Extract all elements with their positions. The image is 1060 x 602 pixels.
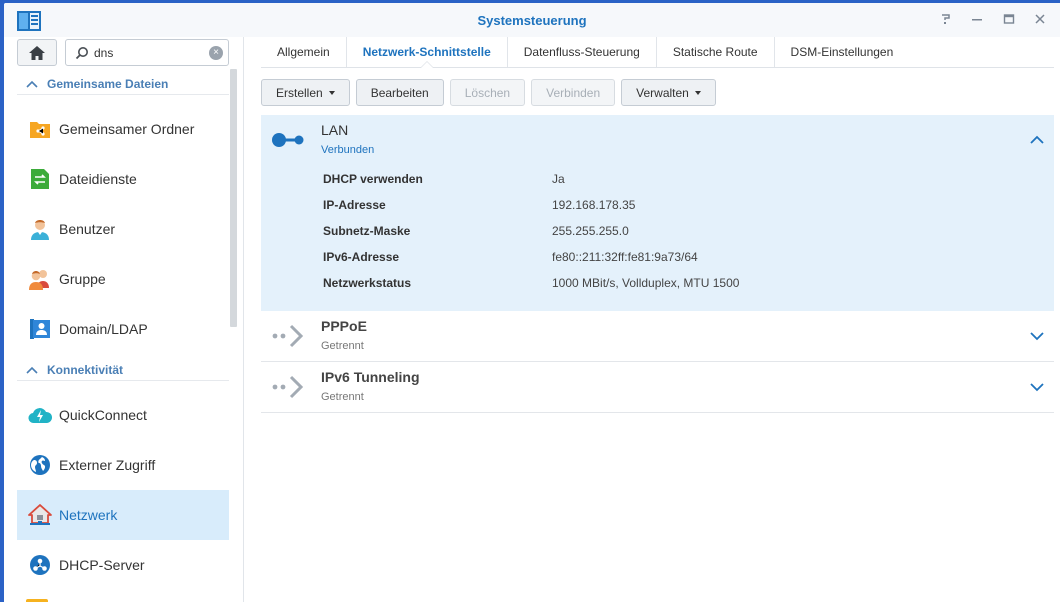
sidebar-item-user[interactable]: Benutzer xyxy=(17,204,229,254)
clear-search-icon[interactable]: × xyxy=(209,46,223,60)
detail-label: IP-Adresse xyxy=(323,198,386,212)
chevron-down-icon[interactable] xyxy=(1030,380,1044,394)
create-button-label: Erstellen xyxy=(276,85,323,100)
search-icon xyxy=(75,47,88,60)
maximize-icon[interactable] xyxy=(1001,11,1017,27)
sidebar-item-quickconnect[interactable]: QuickConnect xyxy=(17,390,229,440)
interface-header[interactable]: PPPoE Getrennt xyxy=(261,311,1054,361)
title-bar: Systemsteuerung xyxy=(4,3,1060,37)
main-panel: Allgemein Netzwerk-Schnittstelle Datenfl… xyxy=(245,37,1060,602)
detail-row: Netzwerkstatus 1000 MBit/s, Vollduplex, … xyxy=(323,276,1023,292)
tab-network-interface[interactable]: Netzwerk-Schnittstelle xyxy=(345,37,507,68)
sidebar-scrollbar[interactable] xyxy=(230,69,237,327)
interface-status: Verbunden xyxy=(321,144,375,156)
detail-row: IPv6-Adresse fe80::211:32ff:fe81:9a73/64 xyxy=(323,250,1023,266)
help-icon[interactable] xyxy=(938,11,954,27)
file-services-icon xyxy=(21,167,59,191)
interface-status: Getrennt xyxy=(321,340,364,352)
home-icon xyxy=(29,45,45,60)
sidebar-item-domain-ldap[interactable]: Domain/LDAP xyxy=(17,304,229,354)
home-button[interactable] xyxy=(17,39,57,66)
sidebar-item-file-services[interactable]: Dateidienste xyxy=(17,154,229,204)
interface-details: DHCP verwenden Ja IP-Adresse 192.168.178… xyxy=(261,165,1054,310)
sidebar: × Gemeinsame Dateien Gemeinsamer Ordner … xyxy=(4,37,244,602)
quickconnect-icon xyxy=(21,403,59,427)
create-button[interactable]: Erstellen xyxy=(261,79,350,106)
section-label: Gemeinsame Dateien xyxy=(47,76,169,91)
sidebar-item-label: Benutzer xyxy=(59,221,116,237)
interface-name: LAN xyxy=(321,122,349,138)
tab-bar: Allgemein Netzwerk-Schnittstelle Datenfl… xyxy=(261,37,1054,68)
detail-row: DHCP verwenden Ja xyxy=(323,172,1023,188)
section-label: Konnektivität xyxy=(47,362,124,377)
connect-button[interactable]: Verbinden xyxy=(531,79,616,106)
group-icon xyxy=(21,267,59,291)
connected-icon xyxy=(272,133,304,147)
control-panel-window: Systemsteuerung × xyxy=(4,3,1060,602)
interface-status: Getrennt xyxy=(321,391,364,403)
dhcp-server-icon xyxy=(21,553,59,577)
caret-down-icon xyxy=(328,90,335,95)
detail-value: 192.168.178.35 xyxy=(552,198,636,212)
interface-name: PPPoE xyxy=(321,318,367,334)
detail-value: fe80::211:32ff:fe81:9a73/64 xyxy=(552,250,698,264)
interface-lan[interactable]: LAN Verbunden DHCP verwenden Ja IP-Adres… xyxy=(261,115,1054,311)
external-access-icon xyxy=(21,453,59,477)
interface-header[interactable]: IPv6 Tunneling Getrennt xyxy=(261,362,1054,412)
sidebar-item-label: Dateidienste xyxy=(59,171,137,187)
interface-name: IPv6 Tunneling xyxy=(321,369,420,385)
sidebar-item-label: DHCP-Server xyxy=(59,557,145,573)
toolbar: Erstellen Bearbeiten Löschen Verbinden V… xyxy=(261,79,716,106)
user-icon xyxy=(21,217,59,241)
sidebar-item-network[interactable]: Netzwerk xyxy=(17,490,229,540)
manage-button[interactable]: Verwalten xyxy=(621,79,716,106)
section-header-connectivity[interactable]: Konnektivität xyxy=(17,359,229,381)
detail-label: DHCP verwenden xyxy=(323,172,423,186)
shared-folder-icon xyxy=(21,117,59,141)
sidebar-item-dhcp-server[interactable]: DHCP-Server xyxy=(17,540,229,590)
minimize-icon[interactable] xyxy=(969,11,985,27)
edit-button[interactable]: Bearbeiten xyxy=(355,79,444,106)
sidebar-item-label: Gemeinsamer Ordner xyxy=(59,121,195,137)
chevron-up-icon xyxy=(17,366,47,374)
disconnected-icon xyxy=(272,375,304,399)
detail-label: Netzwerkstatus xyxy=(323,276,412,290)
interface-ipv6-tunneling[interactable]: IPv6 Tunneling Getrennt xyxy=(261,362,1054,413)
detail-label: Subnetz-Maske xyxy=(323,224,411,238)
delete-button[interactable]: Löschen xyxy=(449,79,526,106)
sidebar-item-group[interactable]: Gruppe xyxy=(17,254,229,304)
detail-row: IP-Adresse 192.168.178.35 xyxy=(323,198,1023,214)
search-box[interactable]: × xyxy=(65,39,229,66)
domain-ldap-icon xyxy=(21,317,59,341)
sidebar-item-label: Gruppe xyxy=(59,271,106,287)
detail-value: Ja xyxy=(552,172,565,186)
disconnected-icon xyxy=(272,324,304,348)
tab-dsm-settings[interactable]: DSM-Einstellungen xyxy=(773,37,910,67)
sidebar-item-external-access[interactable]: Externer Zugriff xyxy=(17,440,229,490)
network-icon xyxy=(21,503,59,527)
sidebar-item-label: Externer Zugriff xyxy=(59,457,156,473)
chevron-up-icon xyxy=(17,80,47,88)
section-header-shared-files[interactable]: Gemeinsame Dateien xyxy=(17,73,229,95)
close-icon[interactable] xyxy=(1032,11,1048,27)
tab-general[interactable]: Allgemein xyxy=(261,37,346,67)
caret-down-icon xyxy=(694,90,701,95)
tab-static-route[interactable]: Statische Route xyxy=(655,37,774,67)
sidebar-item-label: QuickConnect xyxy=(59,407,147,423)
search-input[interactable] xyxy=(94,40,204,65)
detail-value: 1000 MBit/s, Vollduplex, MTU 1500 xyxy=(552,276,740,290)
chevron-up-icon[interactable] xyxy=(1030,133,1044,147)
chevron-down-icon[interactable] xyxy=(1030,329,1044,343)
detail-row: Subnetz-Maske 255.255.255.0 xyxy=(323,224,1023,240)
detail-label: IPv6-Adresse xyxy=(323,250,400,264)
manage-button-label: Verwalten xyxy=(636,85,689,100)
tab-traffic-control[interactable]: Datenfluss-Steuerung xyxy=(506,37,656,67)
sidebar-item-label: Netzwerk xyxy=(59,507,118,523)
sidebar-item-shared-folder[interactable]: Gemeinsamer Ordner xyxy=(17,104,229,154)
window-title: Systemsteuerung xyxy=(477,13,587,28)
detail-value: 255.255.255.0 xyxy=(552,224,629,238)
interface-header[interactable]: LAN Verbunden xyxy=(261,115,1054,165)
interface-pppoe[interactable]: PPPoE Getrennt xyxy=(261,311,1054,362)
sidebar-item-label: Domain/LDAP xyxy=(59,321,148,337)
